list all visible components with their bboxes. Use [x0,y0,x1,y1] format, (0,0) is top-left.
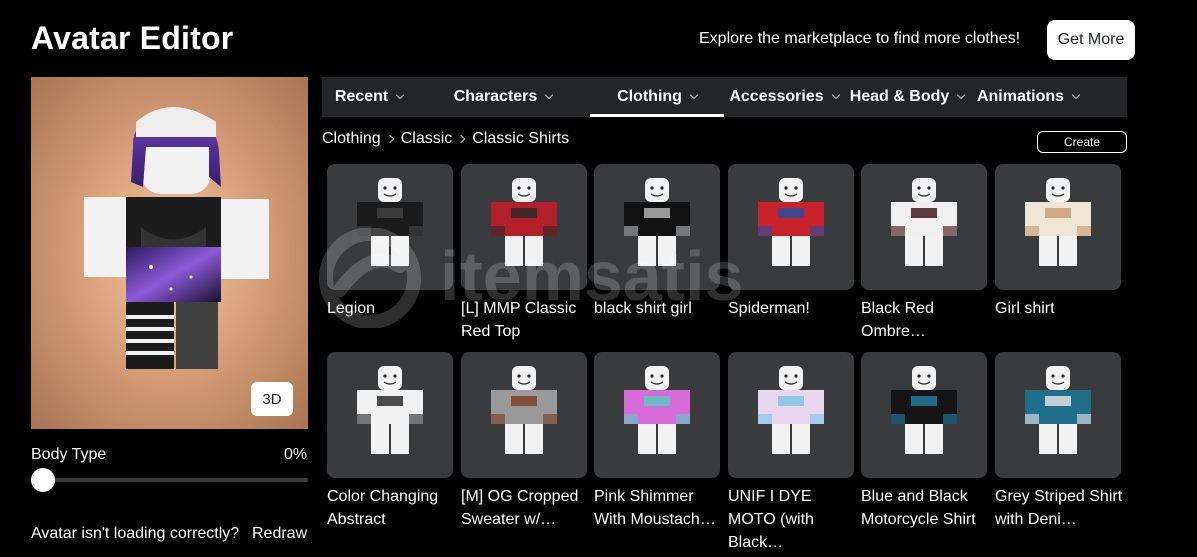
item-card[interactable]: Grey Striped Shirt with Deni… [995,352,1123,531]
item-thumbnail [594,352,720,478]
item-thumbnail [728,352,854,478]
item-thumbnail [461,164,587,290]
item-thumbnail [861,164,987,290]
avatar-thumbnail-figure [491,366,557,454]
avatar-thumbnail-figure [357,178,423,266]
3d-toggle-button[interactable]: 3D [251,382,293,416]
tab-recent[interactable]: Recent [322,77,416,117]
avatar-thumbnail-figure [624,178,690,266]
tab-head-body[interactable]: Head & Body [844,77,970,117]
item-name: Spiderman! [728,300,810,317]
item-thumbnail [461,352,587,478]
tab-label: Animations [976,88,1065,105]
chevron-down-icon [957,90,966,100]
item-card[interactable]: [M] OG Cropped Sweater w/… [461,352,587,531]
item-card[interactable]: [L] MMP Classic Red Top [461,164,587,343]
create-button[interactable]: Create [1037,131,1127,153]
item-card[interactable]: Legion [327,164,453,320]
avatar-preview[interactable]: 3D [31,77,308,429]
avatar-thumbnail-figure [1025,178,1091,266]
tab-characters[interactable]: Characters [416,77,590,117]
chevron-down-icon [1071,90,1081,100]
item-card[interactable]: Girl shirt [995,164,1121,320]
tab-label: Recent [334,88,389,105]
item-card[interactable]: Blue and Black Motorcycle Shirt [861,352,987,531]
item-name: [L] MMP Classic Red Top [461,300,577,340]
get-more-button[interactable]: Get More [1047,20,1135,60]
tab-accessories[interactable]: Accessories [724,77,844,117]
loading-help-text: Avatar isn't loading correctly? [31,525,240,542]
avatar-thumbnail-figure [357,366,423,454]
chevron-down-icon [545,90,554,100]
item-name: [M] OG Cropped Sweater w/… [461,488,579,528]
tab-label: Head & Body [849,88,950,105]
chevron-right-icon [457,134,466,144]
item-card[interactable]: Black Red Ombre… [861,164,987,343]
avatar-thumbnail-figure [891,366,957,454]
avatar-figure [84,107,269,369]
item-card[interactable]: Color Changing Abstract [327,352,453,531]
tab-animations[interactable]: Animations [970,77,1086,117]
avatar-thumbnail-figure [491,178,557,266]
breadcrumb-item[interactable]: Classic [401,130,453,148]
chevron-right-icon [385,134,394,144]
item-card[interactable]: UNIF I DYE MOTO (with Black… [728,352,854,554]
chevron-down-icon [689,90,699,100]
explore-text: Explore the marketplace to find more clo… [699,30,1021,47]
chevron-down-icon [395,90,405,100]
item-name: Pink Shimmer With Moustach… [594,488,716,528]
item-thumbnail [327,352,453,478]
redraw-link[interactable]: Redraw [252,525,307,543]
body-type-value: 0% [284,446,308,463]
breadcrumb-item: Classic Shirts [472,130,570,147]
avatar-thumbnail-figure [758,178,824,266]
tab-label: Accessories [729,88,824,105]
tab-label: Characters [453,88,538,105]
item-name: Black Red Ombre… [861,300,934,340]
slider-thumb[interactable] [31,468,55,492]
item-thumbnail [995,164,1121,290]
breadcrumb: Clothing Classic Classic Shirts [322,130,569,148]
avatar-thumbnail-figure [891,178,957,266]
body-type-label: Body Type [31,446,107,463]
avatar-thumbnail-figure [1025,366,1091,454]
item-thumbnail [995,352,1121,478]
item-thumbnail [594,164,720,290]
item-thumbnail [728,164,854,290]
breadcrumb-item[interactable]: Clothing [322,130,381,148]
item-thumbnail [327,164,453,290]
avatar-thumbnail-figure [624,366,690,454]
item-name: Grey Striped Shirt with Deni… [995,488,1123,528]
tab-label: Clothing [617,88,682,105]
item-name: Color Changing Abstract [327,488,439,528]
tab-clothing[interactable]: Clothing [590,77,724,117]
chevron-down-icon [831,90,840,100]
item-card[interactable]: black shirt girl [594,164,720,320]
item-card[interactable]: Spiderman! [728,164,854,320]
item-thumbnail [861,352,987,478]
item-name: Legion [327,300,376,317]
body-type-slider[interactable] [31,468,308,492]
item-name: black shirt girl [594,300,692,317]
item-card[interactable]: Pink Shimmer With Moustach… [594,352,720,531]
item-name: Blue and Black Motorcycle Shirt [861,488,976,528]
avatar-thumbnail-figure [758,366,824,454]
item-name: UNIF I DYE MOTO (with Black… [728,488,814,551]
item-name: Girl shirt [995,300,1055,317]
page-title: Avatar Editor [31,20,234,56]
category-tabs: Recent Characters Clothing Accessories Head … [322,77,1127,117]
